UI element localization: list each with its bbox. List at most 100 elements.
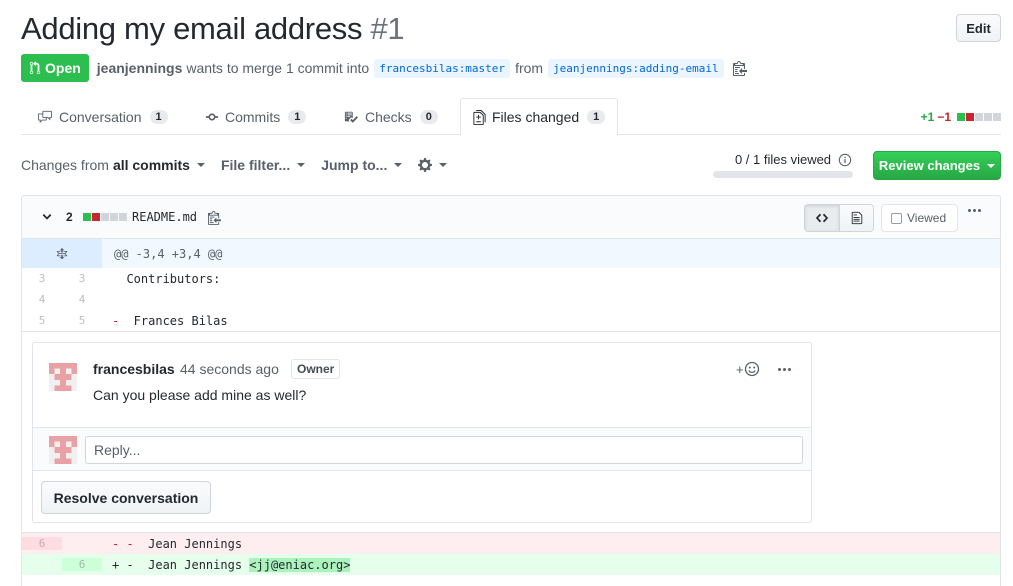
diffstat-blocks: [956, 113, 1001, 121]
viewed-label: Viewed: [907, 211, 947, 225]
tab-label: Files changed: [492, 109, 580, 125]
line-text: Jean Jennings: [133, 536, 243, 551]
files-viewed-bar: [713, 171, 853, 178]
diff-line: 5 5 - Frances Bilas: [22, 310, 1000, 331]
resolve-conversation-button[interactable]: Resolve conversation: [41, 481, 211, 514]
tab-checks[interactable]: Checks 0: [331, 98, 450, 135]
review-comment: francesbilas 44 seconds ago Owner Can yo…: [33, 343, 811, 427]
git-commit-icon: [205, 113, 219, 120]
clipboard-icon[interactable]: [732, 60, 747, 76]
diffstat: +1 −1: [921, 110, 1001, 124]
smiley-icon: [744, 361, 759, 377]
kebab-icon[interactable]: [778, 368, 791, 371]
tab-conversation[interactable]: Conversation 1: [25, 98, 180, 135]
tab-count: 1: [149, 109, 168, 124]
pr-tabs: Conversation 1 Commits 1 Checks 0 Files …: [21, 98, 1001, 136]
file-filter-dropdown[interactable]: File filter...: [220, 157, 306, 173]
file-filter-label: File filter...: [220, 157, 291, 173]
old-line-number[interactable]: 4: [22, 293, 62, 306]
changes-from-prefix: Changes from: [21, 157, 109, 173]
pr-title-text: Adding my email address: [21, 11, 363, 46]
unfold-icon[interactable]: [22, 239, 102, 268]
diff-toolbar: Changes from all commits File filter... …: [21, 150, 1001, 180]
reply-input[interactable]: Reply...: [85, 436, 803, 464]
diff-line-deleted: 6 - - Jean Jennings: [22, 533, 1000, 554]
rich-diff-button[interactable]: [839, 205, 873, 231]
head-branch[interactable]: jeanjennings:adding-email: [548, 58, 724, 78]
viewed-checkbox[interactable]: Viewed: [881, 204, 958, 232]
file-change-count: 2: [66, 210, 73, 224]
state-badge: Open: [21, 54, 89, 82]
comment-discussion-icon: [38, 110, 52, 123]
new-line-number[interactable]: 3: [62, 272, 102, 285]
old-line-number[interactable]: 6: [22, 537, 62, 550]
new-line-number[interactable]: 4: [62, 293, 102, 306]
chevron-down-icon[interactable]: [42, 210, 52, 227]
tab-commits[interactable]: Commits 1: [193, 98, 318, 135]
add-reaction-button[interactable]: +: [736, 361, 760, 377]
files-viewed-progress: 0 / 1 files viewed: [713, 152, 853, 178]
file-diffstat-blocks: [82, 213, 127, 221]
files-viewed-text: 0 / 1 files viewed: [734, 152, 832, 167]
hunk-header-row: @@ -3,4 +3,4 @@: [22, 239, 1000, 268]
file-header: 2 README.md Viewed: [22, 196, 1000, 239]
caret-down-icon: [987, 163, 996, 168]
avatar[interactable]: [49, 363, 77, 391]
avatar[interactable]: [49, 436, 77, 464]
line-text: Jean Jennings: [133, 557, 250, 572]
line-marker: - -: [112, 536, 134, 551]
pr-header: Adding my email address #1 Edit: [21, 10, 1001, 50]
tab-label: Checks: [365, 108, 412, 125]
tab-count: 1: [587, 110, 606, 124]
tab-count: 0: [419, 109, 438, 124]
caret-down-icon: [394, 163, 403, 167]
git-pull-request-icon: [29, 61, 41, 75]
review-changes-label: Review changes: [878, 158, 981, 173]
checkbox[interactable]: [891, 212, 902, 224]
line-code: + - Jean Jennings <jj@eniac.org>: [102, 557, 351, 572]
caret-down-icon: [297, 163, 306, 167]
file-diff: 2 README.md Viewed @@ -3,4 +3,4 @@ 3 3 C…: [21, 195, 1001, 586]
line-code: Contributors:: [112, 271, 221, 286]
file-diff-icon: [473, 109, 486, 125]
new-line-number[interactable]: 5: [62, 314, 102, 327]
changes-from-value: all commits: [112, 157, 190, 173]
comment-author-link[interactable]: francesbilas: [93, 361, 175, 377]
line-marker: + -: [112, 557, 134, 572]
pr-title: Adding my email address #1: [21, 10, 1001, 48]
review-thread: francesbilas 44 seconds ago Owner Can yo…: [32, 342, 812, 523]
file-name-link[interactable]: README.md: [132, 210, 197, 224]
hunk-header: @@ -3,4 +3,4 @@: [114, 246, 223, 261]
tab-files-changed[interactable]: Files changed 1: [460, 98, 619, 136]
merge-text: wants to merge 1 commit into: [186, 60, 370, 76]
inline-comment-container: francesbilas 44 seconds ago Owner Can yo…: [22, 331, 1000, 533]
pr-author-link[interactable]: jeanjennings: [97, 60, 183, 76]
info-icon[interactable]: [838, 153, 852, 170]
review-changes-button[interactable]: Review changes: [873, 151, 1001, 180]
line-code: - Frances Bilas: [102, 314, 228, 328]
owner-badge: Owner: [291, 359, 341, 379]
caret-down-icon: [439, 163, 448, 167]
comment-body: Can you please add mine as well?: [93, 387, 307, 403]
edit-button[interactable]: Edit: [956, 14, 1001, 42]
base-branch[interactable]: francesbilas:master: [374, 58, 511, 78]
clipboard-icon[interactable]: [208, 210, 221, 228]
pr-number: #1: [370, 11, 405, 46]
kebab-icon[interactable]: [968, 209, 981, 212]
source-diff-button[interactable]: [805, 205, 839, 231]
new-line-number[interactable]: 6: [62, 558, 102, 571]
old-line-number[interactable]: 3: [22, 272, 62, 285]
tab-label: Conversation: [59, 108, 142, 125]
settings-dropdown[interactable]: [418, 157, 448, 173]
pr-meta: Open jeanjennings wants to merge 1 commi…: [21, 54, 747, 82]
changes-from-dropdown[interactable]: Changes from all commits: [21, 157, 205, 173]
jump-to-label: Jump to...: [321, 157, 388, 173]
comment-timestamp[interactable]: 44 seconds ago: [180, 361, 279, 377]
diff-line: 4 4: [22, 289, 1000, 310]
line-highlight: <jj@eniac.org>: [249, 557, 351, 572]
from-text: from: [515, 60, 544, 76]
state-label: Open: [45, 60, 81, 76]
jump-to-dropdown[interactable]: Jump to...: [321, 157, 403, 173]
reply-bar: Reply...: [33, 427, 811, 471]
old-line-number[interactable]: 5: [22, 314, 62, 327]
